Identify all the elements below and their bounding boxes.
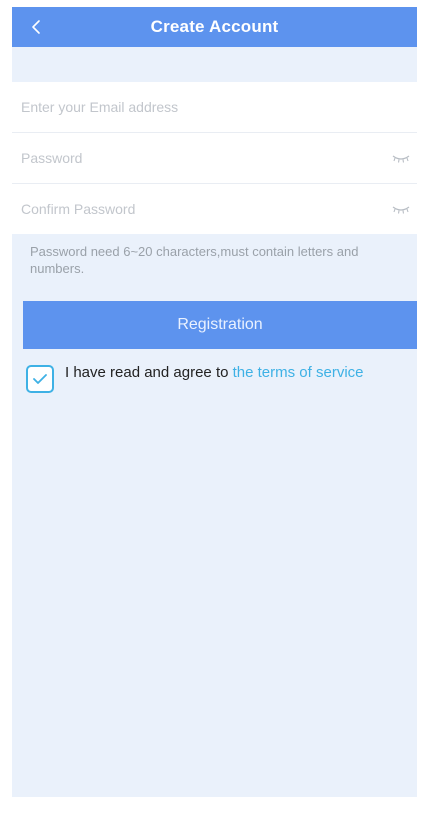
password-hint: Password need 6~20 characters,must conta… bbox=[30, 244, 359, 276]
eye-closed-icon[interactable] bbox=[391, 202, 411, 216]
email-input[interactable] bbox=[12, 82, 352, 132]
terms-agreement: I have read and agree to the terms of se… bbox=[26, 363, 406, 393]
confirm-password-field-row bbox=[12, 184, 417, 234]
password-field-row bbox=[12, 133, 417, 184]
email-field-row bbox=[12, 82, 417, 133]
password-input[interactable] bbox=[12, 133, 352, 183]
registration-form bbox=[12, 82, 417, 234]
agreement-label: I have read and agree to bbox=[65, 364, 233, 381]
agree-checkbox[interactable] bbox=[26, 365, 54, 393]
chevron-left-icon bbox=[32, 20, 40, 34]
navigation-bar: Create Account bbox=[12, 7, 417, 47]
agreement-text: I have read and agree to the terms of se… bbox=[65, 363, 365, 382]
registration-button[interactable]: Registration bbox=[23, 301, 417, 349]
eye-closed-icon[interactable] bbox=[391, 151, 411, 165]
create-account-screen: Create Account Pas bbox=[12, 7, 417, 797]
confirm-password-input[interactable] bbox=[12, 184, 352, 234]
back-button[interactable] bbox=[18, 9, 54, 45]
terms-of-service-link[interactable]: the terms of service bbox=[233, 364, 364, 381]
page-title: Create Account bbox=[150, 17, 279, 36]
checkmark-icon bbox=[33, 374, 47, 384]
